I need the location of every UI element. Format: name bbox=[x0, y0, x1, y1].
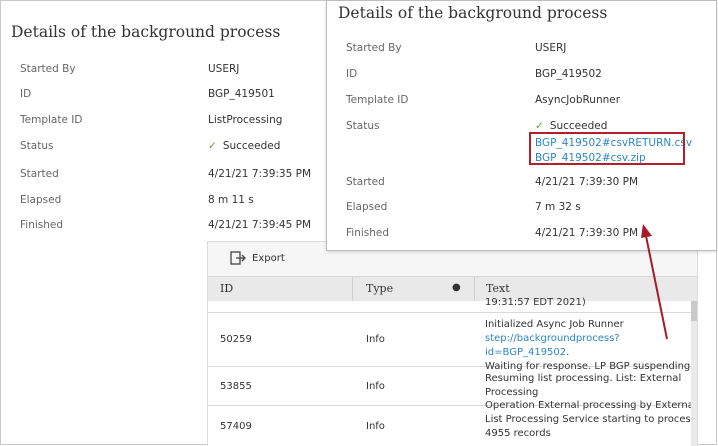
label-elapsed: Elapsed bbox=[20, 194, 62, 206]
label-id: ID bbox=[20, 88, 32, 100]
text-line: Initialized Async Job Runner bbox=[485, 319, 624, 330]
value-status: ✓ Succeeded bbox=[208, 140, 280, 152]
table-row: 19:31:57 EDT 2021) bbox=[208, 297, 697, 313]
value-finished: 4/21/21 7:39:30 PM bbox=[535, 227, 639, 239]
table-row[interactable]: 50259 Info Initialized Async Job Runner … bbox=[208, 313, 697, 372]
value-finished: 4/21/21 7:39:45 PM bbox=[208, 219, 312, 231]
cell-id: 53855 bbox=[220, 381, 252, 392]
panel-title: Details of the background process bbox=[11, 23, 281, 41]
value-started-by: USERJ bbox=[208, 63, 240, 75]
column-header-type[interactable]: Type bbox=[366, 282, 393, 295]
label-status: Status bbox=[20, 140, 54, 152]
log-table-header: ID Type ● Text bbox=[208, 276, 697, 302]
label-finished: Finished bbox=[20, 219, 64, 231]
label-template-id: Template ID bbox=[20, 114, 83, 126]
log-table-body: 19:31:57 EDT 2021) 50259 Info Initialize… bbox=[208, 297, 697, 446]
label-started-by: Started By bbox=[346, 42, 402, 54]
export-button[interactable]: Export bbox=[230, 250, 285, 266]
log-table: Export ID Type ● Text 19:31:57 EDT 2021)… bbox=[207, 241, 698, 446]
check-icon: ✓ bbox=[208, 140, 217, 152]
cell-text-partial: 19:31:57 EDT 2021) bbox=[485, 297, 586, 308]
cell-type: Info bbox=[366, 334, 385, 345]
label-status: Status bbox=[346, 120, 380, 132]
check-icon: ✓ bbox=[535, 120, 544, 132]
text-line: Resuming list processing. List: External bbox=[485, 373, 682, 384]
text-line: Operation External processing by Externa… bbox=[485, 400, 697, 411]
dot-icon[interactable]: ● bbox=[452, 282, 461, 293]
panel-title: Details of the background process bbox=[338, 4, 608, 22]
value-template-id: ListProcessing bbox=[208, 114, 283, 126]
value-started: 4/21/21 7:39:30 PM bbox=[535, 176, 639, 188]
value-started: 4/21/21 7:39:35 PM bbox=[208, 168, 312, 180]
cell-type: Info bbox=[366, 381, 385, 392]
status-text: Succeeded bbox=[549, 120, 608, 132]
label-finished: Finished bbox=[346, 227, 390, 239]
value-id: BGP_419502 bbox=[535, 68, 602, 80]
cell-type: Info bbox=[366, 421, 385, 432]
status-text: Succeeded bbox=[222, 140, 281, 152]
label-started-by: Started By bbox=[20, 63, 76, 75]
cell-text: Initialized Async Job Runner step://back… bbox=[485, 318, 697, 374]
text-line: List Processing Service starting to proc… bbox=[485, 414, 696, 425]
column-header-text[interactable]: Text bbox=[486, 282, 510, 295]
text-suffix: . bbox=[566, 347, 570, 358]
value-started-by: USERJ bbox=[535, 42, 567, 54]
label-elapsed: Elapsed bbox=[346, 201, 388, 213]
details-panel-right: Details of the background process Starte… bbox=[326, 0, 717, 251]
export-label: Export bbox=[252, 252, 285, 264]
column-divider bbox=[474, 277, 475, 301]
bgp-link[interactable]: step://backgroundprocess?id=BGP_419502 bbox=[485, 333, 620, 358]
value-template-id: AsyncJobRunner bbox=[535, 94, 621, 106]
text-line: 4955 records bbox=[485, 428, 551, 439]
label-template-id: Template ID bbox=[346, 94, 409, 106]
value-status: ✓ Succeeded bbox=[535, 120, 607, 132]
column-header-id[interactable]: ID bbox=[220, 282, 233, 295]
scrollbar[interactable] bbox=[691, 301, 697, 446]
label-started: Started bbox=[346, 176, 385, 188]
value-elapsed: 8 m 11 s bbox=[208, 194, 254, 206]
text-line: Processing bbox=[485, 387, 539, 398]
cell-id: 57409 bbox=[220, 421, 252, 432]
value-elapsed: 7 m 32 s bbox=[535, 201, 581, 213]
label-id: ID bbox=[346, 68, 358, 80]
highlight-box bbox=[529, 132, 685, 165]
cell-id: 50259 bbox=[220, 334, 252, 345]
value-id: BGP_419501 bbox=[208, 88, 275, 100]
scrollbar-thumb[interactable] bbox=[691, 301, 697, 321]
cell-text: Operation External processing by Externa… bbox=[485, 399, 697, 441]
table-row[interactable]: 57409 Info Operation External processing… bbox=[208, 400, 697, 446]
cell-text: Resuming list processing. List: External… bbox=[485, 372, 681, 400]
column-divider bbox=[352, 277, 353, 301]
label-started: Started bbox=[20, 168, 59, 180]
export-icon bbox=[230, 251, 246, 265]
